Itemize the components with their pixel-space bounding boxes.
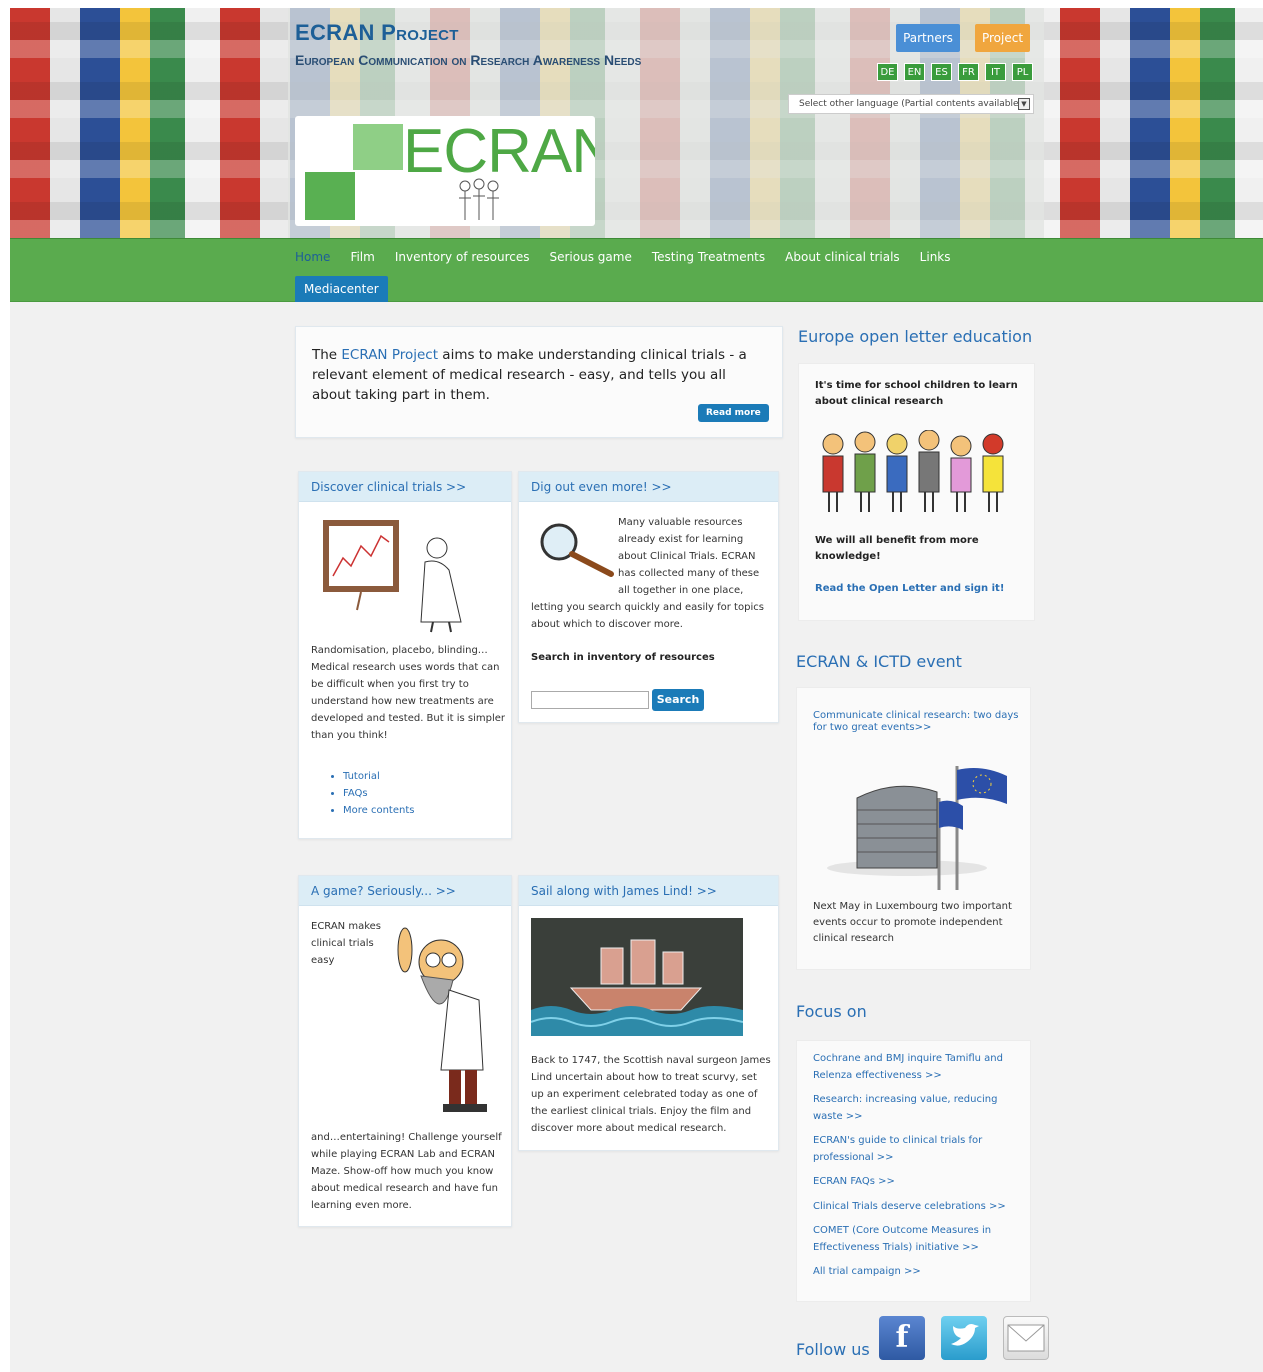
twitter-icon[interactable]	[941, 1316, 987, 1360]
header-banner: ECRAN Project European Communication on …	[10, 8, 1263, 238]
james-lind-card: Sail along with James Lind! >> Back to 1…	[518, 875, 779, 1151]
ictd-panel: Communicate clinical research: two days …	[796, 687, 1031, 970]
focus-item-celebrations[interactable]: Clinical Trials deserve celebrations >>	[813, 1199, 1011, 1216]
search-label: Search in inventory of resources	[531, 652, 715, 663]
chevron-down-icon: ▼	[1018, 98, 1030, 110]
read-more-button[interactable]: Read more	[698, 404, 769, 422]
search-input[interactable]	[531, 691, 649, 709]
focus-item-research-waste[interactable]: Research: increasing value, reducing was…	[813, 1092, 1011, 1125]
site-subtitle: European Communication on Research Aware…	[295, 52, 642, 68]
intro-text: The ECRAN Project aims to make understan…	[312, 345, 752, 405]
discover-links: Tutorial FAQs More contents	[343, 768, 414, 819]
letter-panel: It's time for school children to learn a…	[798, 363, 1035, 621]
tutorial-link[interactable]: Tutorial	[343, 768, 414, 785]
people-group-icon	[822, 430, 1004, 512]
lang-en-button[interactable]: EN	[904, 63, 925, 81]
nav-film[interactable]: Film	[340, 248, 384, 266]
focus-item-guide[interactable]: ECRAN's guide to clinical trials for pro…	[813, 1133, 1011, 1166]
email-icon[interactable]	[1003, 1316, 1049, 1360]
logo-square-dark	[305, 172, 355, 220]
game-text-a: ECRAN makes clinical trials easy	[311, 921, 382, 966]
language-select-value: Select other language (Partial contents …	[799, 99, 1023, 109]
nav-mediacenter[interactable]: Mediacenter	[295, 276, 388, 302]
focus-item-comet[interactable]: COMET (Core Outcome Measures in Effectiv…	[813, 1223, 1011, 1256]
focus-panel: Cochrane and BMJ inquire Tamiflu and Rel…	[796, 1040, 1031, 1302]
lang-fr-button[interactable]: FR	[958, 63, 979, 81]
lang-es-button[interactable]: ES	[931, 63, 952, 81]
eu-parliament-icon	[827, 766, 1007, 890]
search-button[interactable]: Search	[652, 689, 704, 711]
game-text-b: and…entertaining! Challenge yourself whi…	[311, 1132, 502, 1211]
james-lind-text: Back to 1747, the Scottish naval surgeon…	[531, 1055, 771, 1134]
discover-text: Randomisation, placebo, blinding… Medica…	[311, 645, 506, 741]
focus-section-title: Focus on	[796, 1002, 867, 1021]
ictd-section-title: ECRAN & ICTD event	[796, 652, 962, 671]
ictd-text: Next May in Luxembourg two important eve…	[813, 901, 1012, 944]
dig-out-text-a: Many valuable resources already exist fo…	[618, 517, 760, 596]
faqs-link[interactable]: FAQs	[343, 785, 414, 802]
discover-card: Discover clinical trials >> Randomisatio…	[298, 471, 512, 839]
nav-about-clinical-trials[interactable]: About clinical trials	[775, 248, 910, 266]
main-nav: Home Film Inventory of resources Serious…	[10, 238, 1263, 302]
children-drawing-icon	[459, 178, 499, 220]
dig-out-card-title[interactable]: Dig out even more! >>	[519, 472, 778, 502]
nav-links[interactable]: Links	[910, 248, 961, 266]
facebook-icon[interactable]: f	[879, 1316, 925, 1360]
focus-list: Cochrane and BMJ inquire Tamiflu and Rel…	[813, 1051, 1011, 1289]
game-card: A game? Seriously... >> ECRAN makes clin…	[298, 875, 512, 1227]
page: ECRAN Project European Communication on …	[10, 8, 1263, 1372]
focus-item-faqs[interactable]: ECRAN FAQs >>	[813, 1174, 1011, 1191]
professor-game-icon	[397, 927, 487, 1112]
focus-item-all-trials[interactable]: All trial campaign >>	[813, 1264, 1011, 1281]
dig-out-card: Dig out even more! >> Many valuable reso…	[518, 471, 779, 723]
lang-de-button[interactable]: DE	[877, 63, 898, 81]
logo-square-light	[353, 124, 403, 170]
discover-card-title[interactable]: Discover clinical trials >>	[299, 472, 511, 502]
nav-serious-game[interactable]: Serious game	[540, 248, 642, 266]
ecran-logo[interactable]: ECRAN	[295, 116, 595, 226]
language-select[interactable]: Select other language (Partial contents …	[788, 94, 1034, 114]
ecran-project-link[interactable]: ECRAN Project	[341, 347, 438, 363]
magnifier-icon	[540, 523, 614, 577]
open-letter-link[interactable]: Read the Open Letter and sign it!	[815, 581, 1021, 597]
logo-text: ECRAN	[403, 117, 595, 186]
more-contents-link[interactable]: More contents	[343, 802, 414, 819]
ictd-link[interactable]: Communicate clinical research: two days …	[813, 710, 1019, 734]
project-button[interactable]: Project	[975, 24, 1030, 52]
intro-prefix: The	[312, 347, 342, 363]
intro-panel: The ECRAN Project aims to make understan…	[295, 326, 783, 438]
chart-professor-icon	[323, 520, 462, 633]
nav-testing-treatments[interactable]: Testing Treatments	[642, 248, 775, 266]
letter-text: We will all benefit from more knowledge!	[815, 535, 979, 562]
james-lind-card-title[interactable]: Sail along with James Lind! >>	[519, 876, 778, 906]
dig-out-text-b: letting you search quickly and easily fo…	[531, 602, 764, 630]
focus-item-tamiflu[interactable]: Cochrane and BMJ inquire Tamiflu and Rel…	[813, 1051, 1011, 1084]
follow-us-label: Follow us	[796, 1340, 870, 1359]
lang-pl-button[interactable]: PL	[1012, 63, 1033, 81]
ship-video-thumbnail[interactable]	[531, 918, 743, 1036]
nav-home[interactable]: Home	[295, 248, 340, 266]
lang-it-button[interactable]: IT	[985, 63, 1006, 81]
letter-heading: It's time for school children to learn a…	[815, 380, 1018, 407]
partners-button[interactable]: Partners	[896, 24, 960, 52]
game-card-title[interactable]: A game? Seriously... >>	[299, 876, 511, 906]
nav-inventory[interactable]: Inventory of resources	[385, 248, 540, 266]
language-buttons: DE EN ES FR IT PL	[877, 63, 1033, 81]
letter-section-title: Europe open letter education	[798, 327, 1033, 346]
site-title[interactable]: ECRAN Project	[295, 20, 459, 46]
